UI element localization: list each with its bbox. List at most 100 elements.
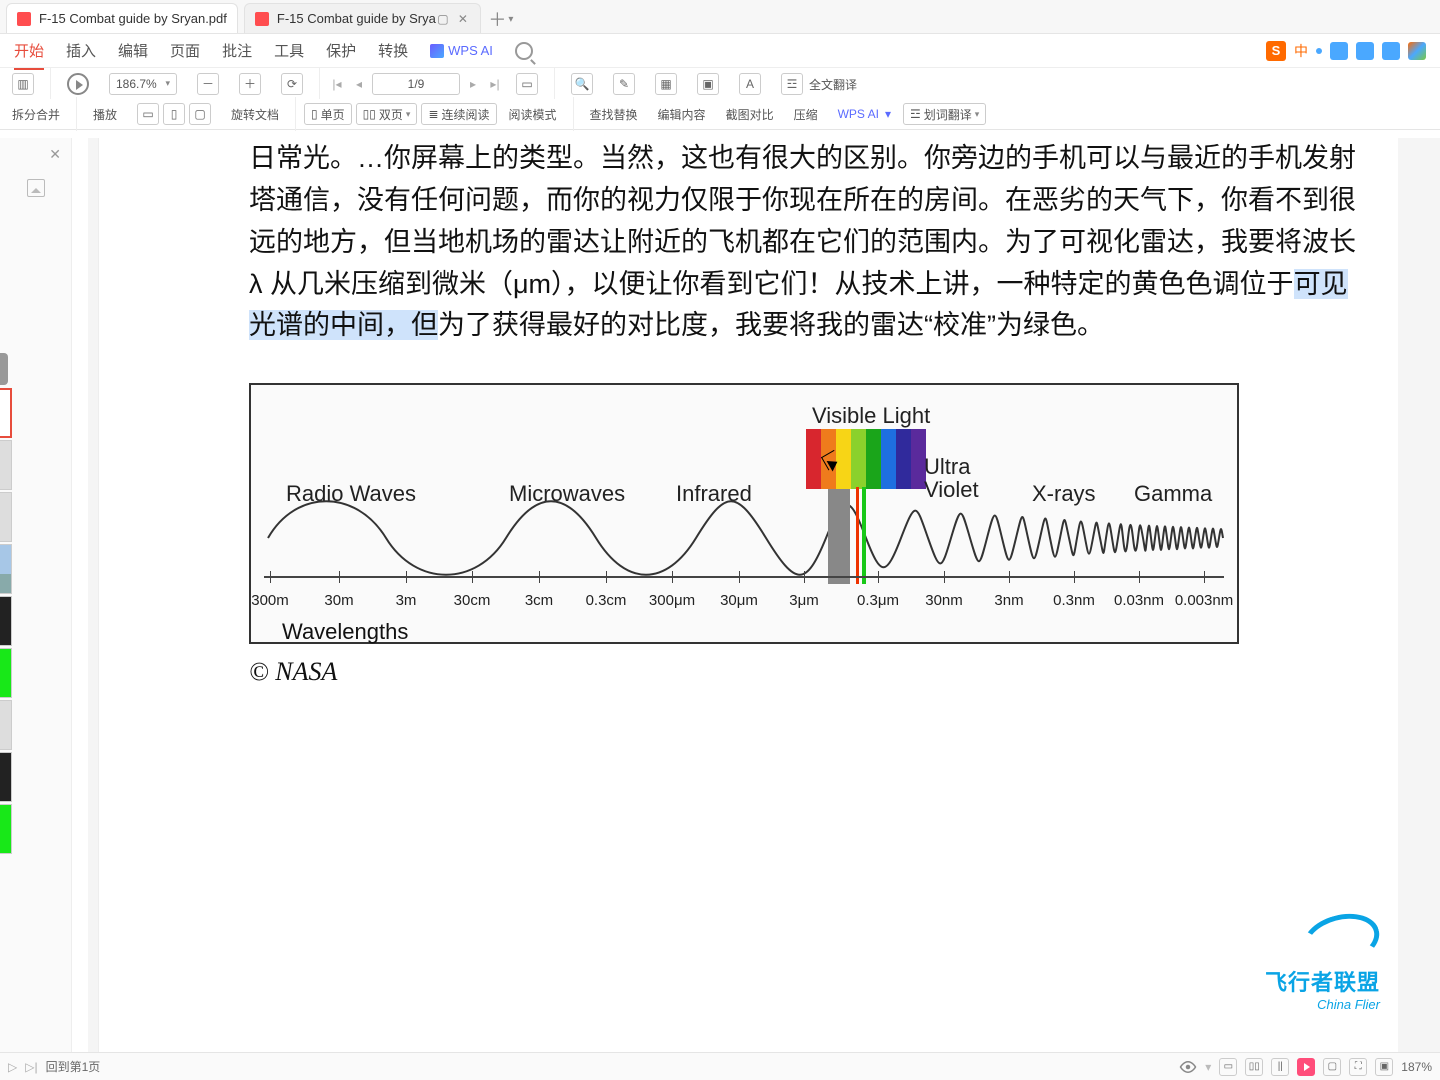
double-page-button[interactable]: ▯▯双页▾ <box>356 103 418 125</box>
status-last-icon[interactable]: ▷| <box>25 1060 37 1074</box>
menu-search-icon[interactable] <box>515 42 533 60</box>
close-panel-icon[interactable]: ✕ <box>49 146 61 163</box>
compress-icon[interactable]: ▣ <box>697 73 719 95</box>
edit-content-label[interactable]: 编辑内容 <box>658 106 706 123</box>
axis-tick-label: 0.3cm <box>586 589 627 612</box>
layout-book-icon[interactable]: ▯▯ <box>1245 1058 1263 1076</box>
status-zoom-value[interactable]: 187% <box>1401 1060 1432 1074</box>
split-merge-icon[interactable]: ▥ <box>12 73 34 95</box>
visible-light-title: Visible Light <box>812 399 930 433</box>
tab-title: F-15 Combat guide by Sryan.pdf <box>39 11 227 26</box>
fit-icon[interactable]: ▣ <box>1375 1058 1393 1076</box>
axis-tick <box>944 571 945 583</box>
page-thumb-4[interactable] <box>0 544 12 594</box>
menu-annotate[interactable]: 批注 <box>222 40 252 61</box>
menu-protect[interactable]: 保护 <box>326 40 356 61</box>
document-tab-1[interactable]: F-15 Combat guide by Sryan.pdf <box>6 3 238 33</box>
ime-language[interactable]: 中 <box>1294 41 1308 61</box>
watermark-logo-icon <box>1297 906 1385 974</box>
status-next-icon[interactable]: ▷ <box>8 1060 17 1074</box>
find-replace-label[interactable]: 查找替换 <box>590 106 638 123</box>
wps-ai-tool-button[interactable]: WPS AI▾ <box>830 107 899 121</box>
compress-label[interactable]: 压缩 <box>794 106 818 123</box>
layout-double-icon[interactable]: || <box>1271 1058 1289 1076</box>
last-page-icon[interactable]: ▸| <box>486 77 504 91</box>
page-thumb-2[interactable] <box>0 440 12 490</box>
page-thumb-3[interactable] <box>0 492 12 542</box>
read-mode-top-icon[interactable]: ▭ <box>516 73 538 95</box>
wavelength-axis <box>264 576 1224 578</box>
zoom-combo[interactable]: 186.7%▾ <box>109 73 177 95</box>
find-icon[interactable]: 🔍 <box>571 73 593 95</box>
layout-single-icon[interactable]: ▭ <box>1219 1058 1237 1076</box>
wps-ai-menu[interactable]: WPS AI <box>430 43 493 58</box>
menu-start[interactable]: 开始 <box>14 40 44 61</box>
menu-bar: 开始 插入 编辑 页面 批注 工具 保护 转换 WPS AI S 中 <box>0 34 1440 68</box>
wps-ai-tool-icon[interactable]: A <box>739 73 761 95</box>
ime-mic-icon[interactable] <box>1330 42 1348 60</box>
page-thumb-8[interactable] <box>0 752 12 802</box>
status-bar: ▷ ▷| 回到第1页 ▾ ▭ ▯▯ || ▢ ⛶ ▣ 187% <box>0 1052 1440 1080</box>
status-page-icon[interactable]: ▢ <box>1323 1058 1341 1076</box>
page-thumb-9[interactable] <box>0 804 12 854</box>
read-mode-label[interactable]: 阅读模式 <box>509 106 557 123</box>
rotate-label[interactable]: 旋转文档 <box>231 106 279 123</box>
prev-page-icon[interactable]: ◂ <box>350 77 368 91</box>
rotate-icon[interactable]: ⟳ <box>281 73 303 95</box>
menu-convert[interactable]: 转换 <box>378 40 408 61</box>
document-viewport[interactable]: 日常光。…你屏幕上的类型。当然，这也有很大的区别。你旁边的手机可以与最近的手机发… <box>88 138 1440 1052</box>
actual-size-icon[interactable]: ▢ <box>189 103 211 125</box>
first-page-icon[interactable]: |◂ <box>328 77 346 91</box>
nasa-credit: © NASA <box>249 652 1358 692</box>
word-translate-button[interactable]: ☲划词翻译▾ <box>903 103 986 125</box>
axis-tick-label: 0.3μm <box>857 589 899 612</box>
single-page-button[interactable]: ▯单页 <box>304 103 352 125</box>
menu-edit[interactable]: 编辑 <box>118 40 148 61</box>
ime-skin-icon[interactable] <box>1382 42 1400 60</box>
pdf-icon <box>17 12 31 26</box>
new-tab-button[interactable]: ＋▾ <box>487 5 515 33</box>
red-marker-line <box>856 487 859 584</box>
panel-drag-handle[interactable] <box>0 353 8 385</box>
zoom-out-icon[interactable]: － <box>197 73 219 95</box>
fullscreen-icon[interactable]: ⛶ <box>1349 1058 1367 1076</box>
play-label[interactable]: 播放 <box>93 106 117 123</box>
crop-compare-icon[interactable]: ▦ <box>655 73 677 95</box>
edit-content-icon[interactable]: ✎ <box>613 73 635 95</box>
ime-dot-icon <box>1316 48 1322 54</box>
split-merge-label[interactable]: 拆分合并 <box>12 106 60 123</box>
image-panel-icon[interactable] <box>27 179 45 197</box>
page-thumb-6[interactable] <box>0 648 12 698</box>
zoom-in-icon[interactable]: ＋ <box>239 73 261 95</box>
menu-page[interactable]: 页面 <box>170 40 200 61</box>
fit-width-icon[interactable]: ▭ <box>137 103 159 125</box>
axis-tick-label: 3nm <box>994 589 1023 612</box>
axis-tick <box>1009 571 1010 583</box>
ime-keyboard-icon[interactable] <box>1356 42 1374 60</box>
ime-toolbox-icon[interactable] <box>1408 42 1426 60</box>
ime-logo-icon[interactable]: S <box>1266 41 1286 61</box>
page-number-field[interactable]: 1/9 <box>372 73 460 95</box>
body-paragraph: 日常光。…你屏幕上的类型。当然，这也有很大的区别。你旁边的手机可以与最近的手机发… <box>249 138 1358 347</box>
wavelengths-label: Wavelengths <box>282 615 408 649</box>
tab-bar: F-15 Combat guide by Sryan.pdf F-15 Comb… <box>0 0 1440 34</box>
play-icon[interactable] <box>67 73 89 95</box>
page-thumb-5[interactable] <box>0 596 12 646</box>
document-tab-2[interactable]: F-15 Combat guide by Srya ▢ ✕ <box>244 3 481 33</box>
menu-insert[interactable]: 插入 <box>66 40 96 61</box>
full-translate-icon[interactable]: ☲ <box>781 73 803 95</box>
pdf-page: 日常光。…你屏幕上的类型。当然，这也有很大的区别。你旁边的手机可以与最近的手机发… <box>98 138 1398 1052</box>
view-mode-eye-icon[interactable] <box>1179 1058 1197 1076</box>
status-play-icon[interactable] <box>1297 1058 1315 1076</box>
grey-marker-bar <box>828 489 850 584</box>
close-tab-icon[interactable]: ✕ <box>456 12 470 26</box>
fit-page-icon[interactable]: ▯ <box>163 103 185 125</box>
menu-tools[interactable]: 工具 <box>274 40 304 61</box>
page-thumb-1[interactable] <box>0 388 12 438</box>
continuous-read-button[interactable]: ≣连续阅读 <box>421 103 496 125</box>
back-to-first-page[interactable]: 回到第1页 <box>46 1058 101 1075</box>
crop-compare-label[interactable]: 截图对比 <box>726 106 774 123</box>
restore-tab-icon[interactable]: ▢ <box>436 12 450 26</box>
next-page-icon[interactable]: ▸ <box>464 77 482 91</box>
page-thumb-7[interactable] <box>0 700 12 750</box>
